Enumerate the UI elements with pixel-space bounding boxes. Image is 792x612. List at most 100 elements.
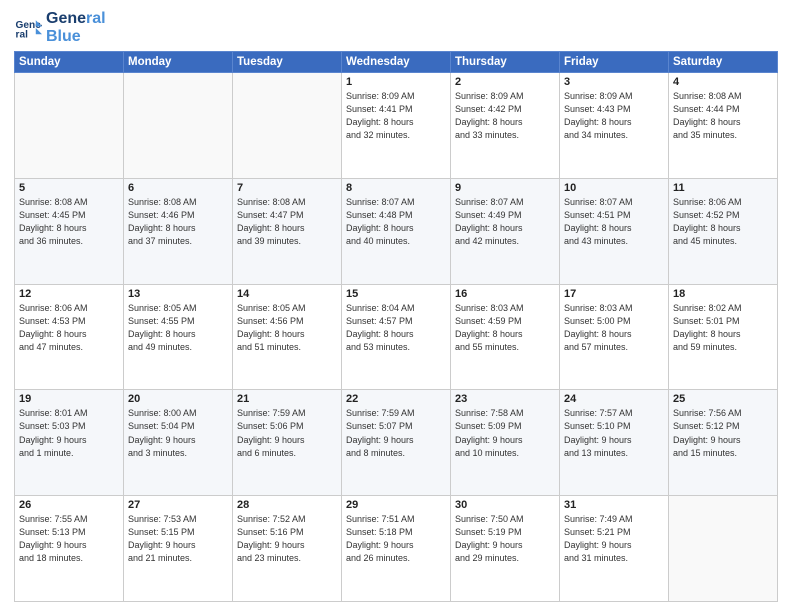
calendar-week-row: 26 Sunrise: 7:55 AM Sunset: 5:13 PM Dayli… bbox=[15, 496, 778, 602]
day-number: 16 bbox=[455, 288, 555, 300]
day-number: 17 bbox=[564, 288, 664, 300]
day-info: Sunrise: 7:52 AM Sunset: 5:16 PM Dayligh… bbox=[237, 513, 337, 565]
day-number: 4 bbox=[673, 76, 773, 88]
calendar-week-row: 12 Sunrise: 8:06 AM Sunset: 4:53 PM Dayli… bbox=[15, 284, 778, 390]
day-info: Sunrise: 8:08 AM Sunset: 4:44 PM Dayligh… bbox=[673, 90, 773, 142]
day-info: Sunrise: 7:49 AM Sunset: 5:21 PM Dayligh… bbox=[564, 513, 664, 565]
day-number: 28 bbox=[237, 499, 337, 511]
day-number: 22 bbox=[346, 393, 446, 405]
calendar-day-cell: 21Sunrise: 7:59 AM Sunset: 5:06 PM Dayli… bbox=[233, 390, 342, 496]
day-number: 6 bbox=[128, 182, 228, 194]
calendar-day-cell: 1Sunrise: 8:09 AM Sunset: 4:41 PM Daylig… bbox=[342, 73, 451, 179]
calendar-day-cell: 17Sunrise: 8:03 AM Sunset: 5:00 PM Dayli… bbox=[560, 284, 669, 390]
calendar-header-row: SundayMondayTuesdayWednesdayThursdayFrid… bbox=[15, 52, 778, 73]
day-info: Sunrise: 7:51 AM Sunset: 5:18 PM Dayligh… bbox=[346, 513, 446, 565]
calendar-day-cell: 15Sunrise: 8:04 AM Sunset: 4:57 PM Dayli… bbox=[342, 284, 451, 390]
day-number: 5 bbox=[19, 182, 119, 194]
day-number: 31 bbox=[564, 499, 664, 511]
day-info: Sunrise: 7:55 AM Sunset: 5:13 PM Dayligh… bbox=[19, 513, 119, 565]
calendar-day-cell: 25 Sunrise: 7:56 AM Sunset: 5:12 PM Dayli… bbox=[669, 390, 778, 496]
calendar-day-cell: 20 Sunrise: 8:00 AM Sunset: 5:04 PM Dayli… bbox=[124, 390, 233, 496]
calendar-day-cell: 8Sunrise: 8:07 AM Sunset: 4:48 PM Daylig… bbox=[342, 178, 451, 284]
day-number: 9 bbox=[455, 182, 555, 194]
calendar-table: SundayMondayTuesdayWednesdayThursdayFrid… bbox=[14, 51, 778, 602]
calendar-day-cell bbox=[233, 73, 342, 179]
day-of-week-header: Thursday bbox=[451, 52, 560, 73]
calendar-day-cell: 3 Sunrise: 8:09 AM Sunset: 4:43 PM Daylig… bbox=[560, 73, 669, 179]
day-info: Sunrise: 8:02 AM Sunset: 5:01 PM Dayligh… bbox=[673, 302, 773, 354]
day-info: Sunrise: 7:59 AM Sunset: 5:07 PM Dayligh… bbox=[346, 407, 446, 459]
calendar-day-cell: 30Sunrise: 7:50 AM Sunset: 5:19 PM Dayli… bbox=[451, 496, 560, 602]
logo-text-line1: General bbox=[46, 10, 106, 28]
calendar-day-cell: 7 Sunrise: 8:08 AM Sunset: 4:47 PM Daylig… bbox=[233, 178, 342, 284]
day-number: 26 bbox=[19, 499, 119, 511]
day-info: Sunrise: 7:50 AM Sunset: 5:19 PM Dayligh… bbox=[455, 513, 555, 565]
day-info: Sunrise: 8:09 AM Sunset: 4:43 PM Dayligh… bbox=[564, 90, 664, 142]
day-of-week-header: Saturday bbox=[669, 52, 778, 73]
day-number: 11 bbox=[673, 182, 773, 194]
calendar-day-cell: 31 Sunrise: 7:49 AM Sunset: 5:21 PM Dayli… bbox=[560, 496, 669, 602]
day-of-week-header: Tuesday bbox=[233, 52, 342, 73]
calendar-day-cell: 24Sunrise: 7:57 AM Sunset: 5:10 PM Dayli… bbox=[560, 390, 669, 496]
day-number: 7 bbox=[237, 182, 337, 194]
day-info: Sunrise: 8:08 AM Sunset: 4:46 PM Dayligh… bbox=[128, 196, 228, 248]
logo-icon: Gene- ral bbox=[14, 14, 42, 42]
calendar-day-cell: 10 Sunrise: 8:07 AM Sunset: 4:51 PM Dayli… bbox=[560, 178, 669, 284]
day-number: 18 bbox=[673, 288, 773, 300]
calendar-week-row: 5 Sunrise: 8:08 AM Sunset: 4:45 PM Daylig… bbox=[15, 178, 778, 284]
calendar-day-cell: 5 Sunrise: 8:08 AM Sunset: 4:45 PM Daylig… bbox=[15, 178, 124, 284]
day-info: Sunrise: 8:01 AM Sunset: 5:03 PM Dayligh… bbox=[19, 407, 119, 459]
calendar-day-cell: 6 Sunrise: 8:08 AM Sunset: 4:46 PM Daylig… bbox=[124, 178, 233, 284]
calendar-day-cell: 13 Sunrise: 8:05 AM Sunset: 4:55 PM Dayli… bbox=[124, 284, 233, 390]
calendar-day-cell: 22 Sunrise: 7:59 AM Sunset: 5:07 PM Dayli… bbox=[342, 390, 451, 496]
day-info: Sunrise: 8:04 AM Sunset: 4:57 PM Dayligh… bbox=[346, 302, 446, 354]
day-number: 25 bbox=[673, 393, 773, 405]
day-info: Sunrise: 8:06 AM Sunset: 4:52 PM Dayligh… bbox=[673, 196, 773, 248]
calendar-body: 1Sunrise: 8:09 AM Sunset: 4:41 PM Daylig… bbox=[15, 73, 778, 602]
calendar-day-cell: 2Sunrise: 8:09 AM Sunset: 4:42 PM Daylig… bbox=[451, 73, 560, 179]
day-of-week-header: Wednesday bbox=[342, 52, 451, 73]
calendar-day-cell: 4 Sunrise: 8:08 AM Sunset: 4:44 PM Daylig… bbox=[669, 73, 778, 179]
logo-text-line2: Blue bbox=[46, 28, 106, 46]
day-info: Sunrise: 8:08 AM Sunset: 4:47 PM Dayligh… bbox=[237, 196, 337, 248]
day-info: Sunrise: 8:03 AM Sunset: 4:59 PM Dayligh… bbox=[455, 302, 555, 354]
calendar-day-cell: 16 Sunrise: 8:03 AM Sunset: 4:59 PM Dayli… bbox=[451, 284, 560, 390]
day-number: 20 bbox=[128, 393, 228, 405]
svg-text:ral: ral bbox=[16, 29, 29, 40]
logo: Gene- ral General Blue bbox=[14, 10, 106, 45]
calendar-day-cell: 27Sunrise: 7:53 AM Sunset: 5:15 PM Dayli… bbox=[124, 496, 233, 602]
calendar-day-cell: 19 Sunrise: 8:01 AM Sunset: 5:03 PM Dayli… bbox=[15, 390, 124, 496]
day-info: Sunrise: 8:05 AM Sunset: 4:56 PM Dayligh… bbox=[237, 302, 337, 354]
day-number: 3 bbox=[564, 76, 664, 88]
calendar-day-cell bbox=[124, 73, 233, 179]
day-number: 24 bbox=[564, 393, 664, 405]
day-number: 23 bbox=[455, 393, 555, 405]
calendar-day-cell: 26 Sunrise: 7:55 AM Sunset: 5:13 PM Dayli… bbox=[15, 496, 124, 602]
day-number: 21 bbox=[237, 393, 337, 405]
day-of-week-header: Sunday bbox=[15, 52, 124, 73]
day-number: 14 bbox=[237, 288, 337, 300]
day-info: Sunrise: 8:08 AM Sunset: 4:45 PM Dayligh… bbox=[19, 196, 119, 248]
day-number: 13 bbox=[128, 288, 228, 300]
day-number: 10 bbox=[564, 182, 664, 194]
day-number: 19 bbox=[19, 393, 119, 405]
day-info: Sunrise: 8:07 AM Sunset: 4:51 PM Dayligh… bbox=[564, 196, 664, 248]
calendar-day-cell: 18 Sunrise: 8:02 AM Sunset: 5:01 PM Dayli… bbox=[669, 284, 778, 390]
calendar-week-row: 1Sunrise: 8:09 AM Sunset: 4:41 PM Daylig… bbox=[15, 73, 778, 179]
day-number: 12 bbox=[19, 288, 119, 300]
calendar-day-cell bbox=[15, 73, 124, 179]
day-info: Sunrise: 7:56 AM Sunset: 5:12 PM Dayligh… bbox=[673, 407, 773, 459]
day-info: Sunrise: 7:53 AM Sunset: 5:15 PM Dayligh… bbox=[128, 513, 228, 565]
calendar-day-cell: 14 Sunrise: 8:05 AM Sunset: 4:56 PM Dayli… bbox=[233, 284, 342, 390]
day-info: Sunrise: 8:07 AM Sunset: 4:49 PM Dayligh… bbox=[455, 196, 555, 248]
day-info: Sunrise: 8:09 AM Sunset: 4:41 PM Dayligh… bbox=[346, 90, 446, 142]
day-info: Sunrise: 8:06 AM Sunset: 4:53 PM Dayligh… bbox=[19, 302, 119, 354]
calendar-day-cell: 11 Sunrise: 8:06 AM Sunset: 4:52 PM Dayli… bbox=[669, 178, 778, 284]
day-of-week-header: Monday bbox=[124, 52, 233, 73]
day-of-week-header: Friday bbox=[560, 52, 669, 73]
calendar-day-cell: 29Sunrise: 7:51 AM Sunset: 5:18 PM Dayli… bbox=[342, 496, 451, 602]
day-info: Sunrise: 8:05 AM Sunset: 4:55 PM Dayligh… bbox=[128, 302, 228, 354]
calendar-day-cell: 28 Sunrise: 7:52 AM Sunset: 5:16 PM Dayli… bbox=[233, 496, 342, 602]
calendar-week-row: 19 Sunrise: 8:01 AM Sunset: 5:03 PM Dayli… bbox=[15, 390, 778, 496]
day-info: Sunrise: 8:00 AM Sunset: 5:04 PM Dayligh… bbox=[128, 407, 228, 459]
